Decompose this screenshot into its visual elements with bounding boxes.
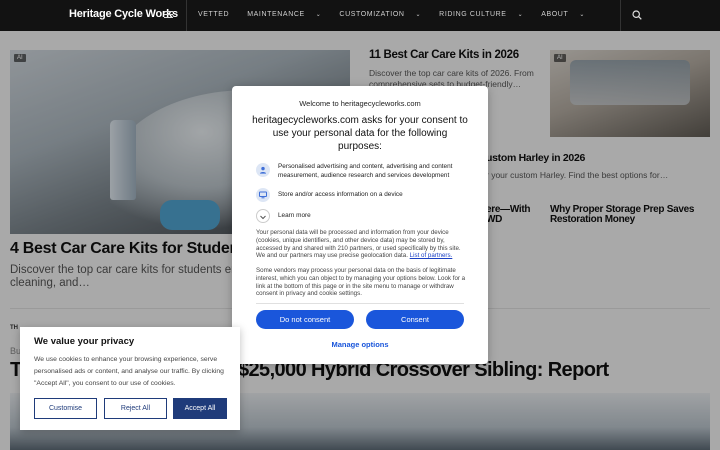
search-icon[interactable] <box>632 10 642 20</box>
nav-item-about[interactable]: ABOUT ⌄ <box>541 11 594 18</box>
chevron-down-icon: ⌄ <box>415 12 422 18</box>
user-icon <box>256 163 270 177</box>
accept-all-button[interactable]: Accept All <box>173 398 227 419</box>
consent-dialog: Welcome to heritagecycleworks.com herita… <box>232 86 488 364</box>
header-divider <box>186 0 187 31</box>
nav-item-customization[interactable]: CUSTOMIZATION ⌄ <box>339 11 430 18</box>
divider <box>256 303 464 304</box>
header-divider <box>620 0 621 31</box>
chevron-down-icon: ⌄ <box>315 12 322 18</box>
main-nav: VETTED MAINTENANCE ⌄ CUSTOMIZATION ⌄ RIDIN… <box>198 11 603 18</box>
cookie-banner-title: We value your privacy <box>34 336 135 347</box>
customise-button[interactable]: Customise <box>34 398 97 419</box>
chevron-down-icon: ⌄ <box>579 12 585 18</box>
nav-item-maintenance[interactable]: MAINTENANCE ⌄ <box>247 11 330 18</box>
site-logo[interactable]: Heritage Cycle Works <box>69 8 178 20</box>
cookie-banner-text: We use cookies to enhance your browsing … <box>34 356 224 387</box>
consent-description: Your personal data will be processed and… <box>256 229 461 260</box>
consent-legitimate-interest: Some vendors may process your personal d… <box>256 267 466 298</box>
device-icon <box>256 188 270 202</box>
chevron-down-icon: ⌄ <box>517 12 524 18</box>
menu-icon[interactable] <box>164 11 173 18</box>
cookie-banner: We value your privacy We use cookies to … <box>20 327 240 430</box>
consent-site-label: Welcome to heritagecycleworks.com <box>299 99 421 108</box>
site-header: Heritage Cycle Works VETTED MAINTENANCE ⌄… <box>0 0 720 31</box>
manage-options-link[interactable]: Manage options <box>232 340 488 349</box>
nav-item-riding-culture[interactable]: RIDING CULTURE ⌄ <box>439 11 532 18</box>
chevron-down-icon[interactable] <box>256 209 270 223</box>
do-not-consent-button[interactable]: Do not consent <box>256 310 354 329</box>
nav-item-vetted[interactable]: VETTED <box>198 11 238 18</box>
learn-more-toggle[interactable]: Learn more <box>278 212 311 219</box>
consent-button[interactable]: Consent <box>366 310 464 329</box>
consent-title: heritagecycleworks.com asks for your con… <box>252 115 468 152</box>
reject-all-button[interactable]: Reject All <box>104 398 167 419</box>
partners-link[interactable]: List of partners. <box>410 252 453 259</box>
purpose-text: Store and/or access information on a dev… <box>278 191 403 198</box>
purpose-text: Personalised advertising and content, ad… <box>278 163 453 179</box>
